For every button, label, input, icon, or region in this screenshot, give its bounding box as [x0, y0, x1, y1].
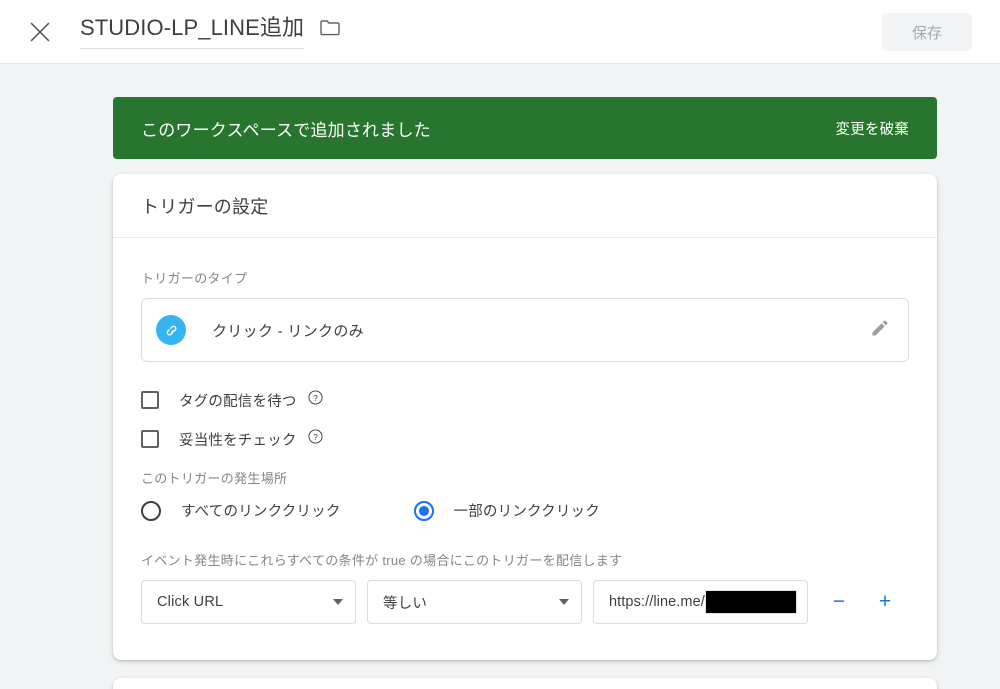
help-circle-icon: ?	[308, 429, 323, 449]
card-header: トリガーの設定	[113, 174, 937, 238]
card-body: トリガーのタイプ クリック - リンクのみ タグの配信を待つ ? 妥当性をチェッ…	[113, 238, 937, 624]
chevron-down-icon	[333, 599, 343, 605]
check-validation-help-button[interactable]: ?	[308, 429, 323, 449]
svg-text:?: ?	[313, 393, 318, 403]
check-validation-checkbox[interactable]	[141, 430, 159, 448]
condition-value-input[interactable]: https://line.me/	[593, 580, 808, 624]
trigger-configuration-card: トリガーの設定 トリガーのタイプ クリック - リンクのみ タグの配信を待つ ?…	[113, 174, 937, 660]
chevron-down-icon	[559, 599, 569, 605]
folder-icon	[320, 19, 340, 41]
card-title: トリガーの設定	[141, 196, 269, 217]
pencil-icon	[870, 318, 890, 343]
help-circle-icon: ?	[308, 390, 323, 410]
fire-on-label: このトリガーの発生場所	[141, 471, 288, 486]
some-link-clicks-radio[interactable]	[413, 500, 434, 521]
radio-option-all-link-clicks[interactable]: すべてのリンククリック	[141, 500, 341, 521]
some-link-clicks-label: 一部のリンククリック	[453, 504, 600, 520]
page-title[interactable]: STUDIO-LP_LINE追加	[80, 12, 305, 49]
link-icon	[156, 315, 186, 345]
conditions-label: イベント発生時にこれらすべての条件が true の場合にこのトリガーを配信します	[141, 553, 623, 568]
condition-value-text: https://line.me/	[609, 594, 705, 610]
folder-button[interactable]	[320, 19, 340, 41]
app-header: STUDIO-LP_LINE追加 保存	[0, 0, 1000, 64]
trigger-type-name: クリック - リンクのみ	[212, 322, 364, 340]
status-banner: このワークスペースで追加されました 変更を破棄	[113, 97, 937, 159]
wait-for-tags-label: タグの配信を待つ	[179, 393, 297, 410]
wait-for-tags-checkbox[interactable]	[141, 391, 159, 409]
check-validation-label: 妥当性をチェック	[179, 432, 297, 449]
wait-for-tags-help-button[interactable]: ?	[308, 390, 323, 410]
next-card	[113, 678, 937, 689]
page-body: このワークスペースで追加されました 変更を破棄 トリガーの設定 トリガーのタイプ	[0, 64, 1000, 689]
edit-trigger-type-button[interactable]	[870, 318, 890, 343]
svg-text:?: ?	[313, 432, 318, 442]
trigger-type-selector[interactable]: クリック - リンクのみ	[141, 298, 909, 362]
fire-on-radio-group: すべてのリンククリック 一部のリンククリック	[141, 500, 909, 521]
remove-condition-button[interactable]: −	[827, 590, 851, 614]
option-check-validation[interactable]: 妥当性をチェック ?	[141, 429, 909, 449]
condition-row: Click URL 等しい https://line.me/ − +	[141, 580, 909, 624]
condition-operator-value: 等しい	[383, 595, 428, 612]
add-condition-button[interactable]: +	[873, 590, 897, 614]
discard-changes-button[interactable]: 変更を破棄	[836, 118, 910, 139]
redaction-box	[704, 590, 797, 614]
all-link-clicks-radio[interactable]	[141, 500, 161, 521]
condition-operator-select[interactable]: 等しい	[367, 580, 582, 624]
option-wait-for-tags[interactable]: タグの配信を待つ ?	[141, 390, 909, 410]
close-button[interactable]	[24, 16, 56, 48]
save-button[interactable]: 保存	[882, 13, 972, 51]
close-icon	[29, 21, 51, 43]
condition-variable-value: Click URL	[157, 594, 224, 610]
banner-message: このワークスペースで追加されました	[141, 120, 431, 140]
radio-option-some-link-clicks[interactable]: 一部のリンククリック	[413, 500, 600, 521]
title-area: STUDIO-LP_LINE追加	[80, 12, 340, 49]
condition-variable-select[interactable]: Click URL	[141, 580, 356, 624]
trigger-type-label: トリガーのタイプ	[141, 271, 248, 286]
trigger-options: タグの配信を待つ ? 妥当性をチェック ?	[141, 390, 909, 449]
all-link-clicks-label: すべてのリンククリック	[181, 504, 341, 520]
